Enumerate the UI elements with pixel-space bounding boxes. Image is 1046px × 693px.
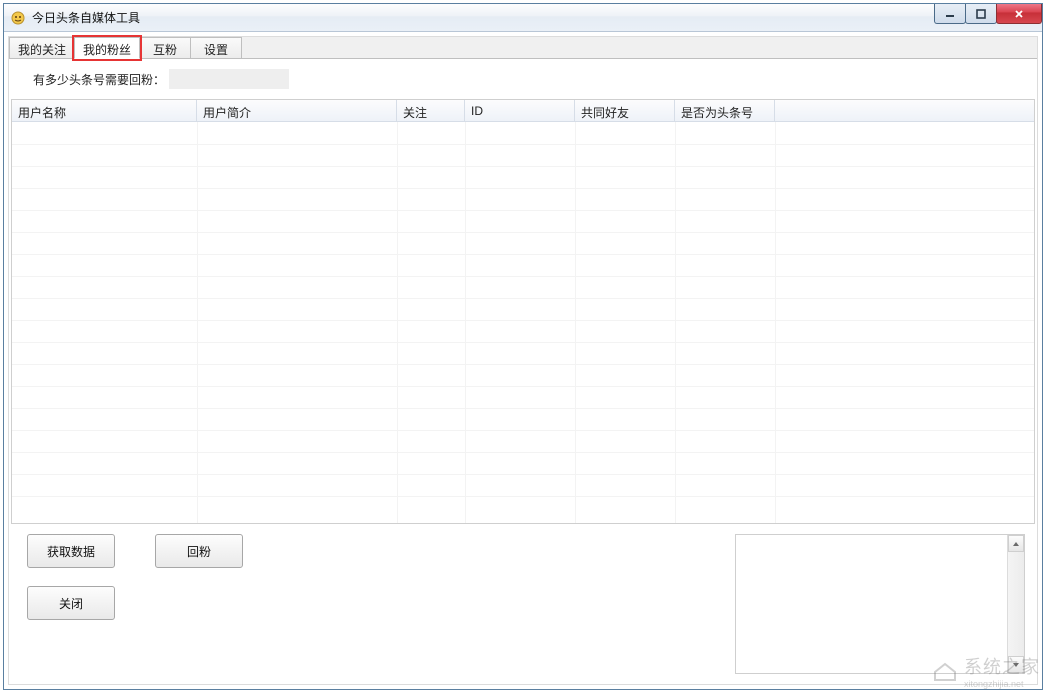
app-icon <box>10 10 26 26</box>
client-area: 我的关注 我的粉丝 互粉 设置 有多少头条号需要回粉： 用户名称 用户简介 关注… <box>8 36 1038 685</box>
app-window: 今日头条自媒体工具 我的关注 我的粉丝 互粉 设置 有多少头条号需要回粉： <box>3 3 1043 690</box>
col-id[interactable]: ID <box>465 100 575 122</box>
tab-panel-fans: 有多少头条号需要回粉： 用户名称 用户简介 关注 ID 共同好友 是否为头条号 <box>9 58 1037 684</box>
col-spacer <box>775 100 1034 122</box>
col-bio[interactable]: 用户简介 <box>197 100 397 122</box>
close-panel-button[interactable]: 关闭 <box>27 586 115 620</box>
log-output[interactable] <box>735 534 1025 674</box>
table-body[interactable] <box>12 122 1034 523</box>
minimize-button[interactable] <box>934 4 966 24</box>
filter-input[interactable] <box>169 69 289 89</box>
follow-back-button[interactable]: 回粉 <box>155 534 243 568</box>
tab-my-fans[interactable]: 我的粉丝 <box>74 37 140 59</box>
action-bar: 获取数据 回粉 关闭 <box>9 524 1037 684</box>
tab-my-following[interactable]: 我的关注 <box>9 37 75 59</box>
filter-label: 有多少头条号需要回粉： <box>33 71 165 88</box>
filter-bar: 有多少头条号需要回粉： <box>9 59 1037 99</box>
col-istoutiao[interactable]: 是否为头条号 <box>675 100 775 122</box>
fans-table: 用户名称 用户简介 关注 ID 共同好友 是否为头条号 <box>11 99 1035 524</box>
scroll-down-button[interactable] <box>1008 656 1024 673</box>
titlebar[interactable]: 今日头条自媒体工具 <box>4 4 1042 32</box>
scroll-up-button[interactable] <box>1008 535 1024 552</box>
maximize-button[interactable] <box>965 4 997 24</box>
col-username[interactable]: 用户名称 <box>12 100 197 122</box>
col-follow[interactable]: 关注 <box>397 100 465 122</box>
close-button[interactable] <box>996 4 1042 24</box>
col-mutual[interactable]: 共同好友 <box>575 100 675 122</box>
fetch-button[interactable]: 获取数据 <box>27 534 115 568</box>
tab-strip: 我的关注 我的粉丝 互粉 设置 <box>9 37 1037 59</box>
tab-mutual[interactable]: 互粉 <box>139 37 191 59</box>
window-controls <box>935 4 1042 24</box>
table-header: 用户名称 用户简介 关注 ID 共同好友 是否为头条号 <box>12 100 1034 122</box>
log-scrollbar[interactable] <box>1007 535 1024 673</box>
window-title: 今日头条自媒体工具 <box>32 9 140 26</box>
tab-settings[interactable]: 设置 <box>190 37 242 59</box>
